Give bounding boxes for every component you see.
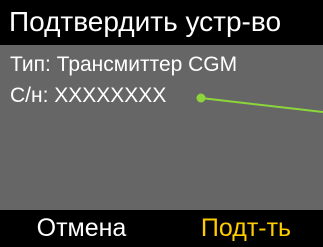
- confirm-softkey[interactable]: Подт-ть: [169, 210, 323, 247]
- screen-title: Подтвердить устр-во: [9, 6, 282, 37]
- callout-dot-icon: [196, 93, 206, 103]
- callout-line: [200, 97, 323, 113]
- cancel-softkey[interactable]: Отмена: [0, 210, 163, 247]
- callout-pointer: [196, 93, 323, 113]
- device-details-panel: Тип: Трансмиттер CGM С/н: XXXXXXXX: [0, 45, 323, 210]
- title-bar: Подтвердить устр-во: [0, 0, 323, 45]
- device-screen: Подтвердить устр-во Тип: Трансмиттер CGM…: [0, 0, 323, 247]
- softkey-bar: Отмена Подт-ть: [0, 210, 323, 247]
